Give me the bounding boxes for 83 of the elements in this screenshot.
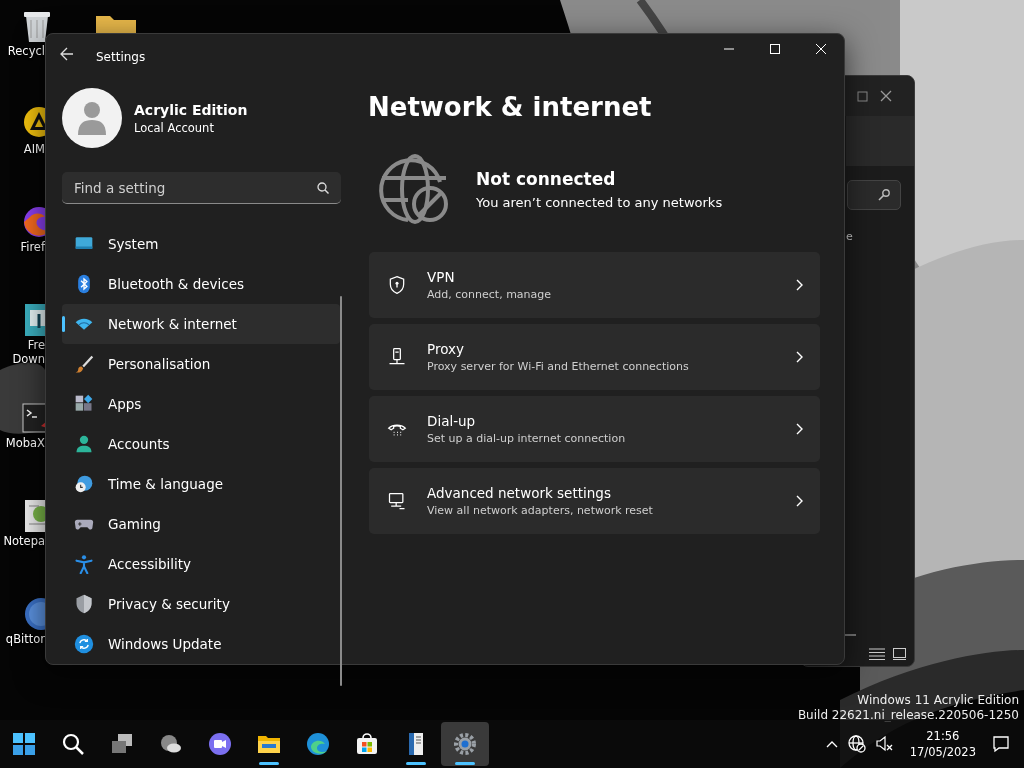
apps-icon: [74, 394, 94, 414]
desktop-icon-label[interactable]: qBittor: [5, 632, 45, 646]
globe-clock-icon: [74, 474, 94, 494]
chevron-right-icon: [796, 495, 804, 507]
settings-card[interactable]: VPN Add, connect, manage: [369, 252, 820, 318]
desktop-icon-label[interactable]: Notepa: [3, 534, 45, 548]
search-field[interactable]: Find a setting: [62, 172, 341, 204]
globe-blocked-icon: [847, 735, 866, 753]
shield-icon: [74, 594, 94, 614]
task-view-icon: [110, 732, 134, 756]
nav-item[interactable]: Bluetooth & devices: [62, 264, 340, 304]
desktop-icon-label[interactable]: AIM: [23, 142, 45, 156]
settings-card[interactable]: Dial-up Set up a dial-up internet connection: [369, 396, 820, 462]
selection-indicator: [62, 316, 65, 332]
window-title: Settings: [96, 50, 146, 64]
close-icon: [816, 44, 826, 54]
video-chat-icon: [208, 732, 232, 756]
swirl-logo-icon: [306, 732, 330, 756]
server-icon: [387, 347, 407, 367]
sync-icon: [74, 634, 94, 654]
card-subtitle: View all network adapters, network reset: [427, 504, 654, 517]
search-icon: [317, 182, 329, 194]
status-title: Not connected: [476, 168, 617, 189]
store-bag-icon: [355, 732, 379, 756]
nav-item[interactable]: Accounts: [62, 424, 340, 464]
account-type: Local Account: [134, 120, 215, 135]
desktop-icon-label[interactable]: MobaX: [5, 436, 45, 450]
search-icon: [878, 189, 890, 201]
tile-view-icon: [893, 648, 906, 660]
speaker-muted-icon: [875, 735, 894, 753]
settings-card[interactable]: Proxy Proxy server for Wi-Fi and Ethernet connections: [369, 324, 820, 390]
desktop-icon-label[interactable]: Fre: [27, 338, 45, 352]
card-title: VPN: [427, 269, 456, 285]
nav-item[interactable]: Network & internet: [62, 304, 340, 344]
desktop-icon-label[interactable]: Firef: [20, 240, 45, 254]
card-title: Proxy: [427, 341, 465, 357]
gear-icon: [453, 732, 477, 756]
list-view-icon: [869, 648, 885, 660]
maximize-icon: [857, 90, 868, 102]
accessibility-icon: [74, 554, 94, 574]
desktop-icon-label[interactable]: Recycl: [7, 44, 45, 58]
avatar[interactable]: [62, 88, 122, 148]
nav-item[interactable]: Time & language: [62, 464, 340, 504]
shield-icon: [387, 275, 407, 295]
maximize-icon: [770, 44, 780, 54]
account-name: Acrylic Edition: [134, 101, 248, 118]
chevron-right-icon: [796, 351, 804, 363]
nav-item[interactable]: Gaming: [62, 504, 340, 544]
watermark-text: Build 22621.ni_release.220506-1250: [797, 708, 1019, 723]
card-subtitle: Proxy server for Wi-Fi and Ethernet connections: [427, 360, 690, 373]
close-icon: [880, 90, 892, 102]
person-icon: [74, 434, 94, 454]
running-indicator: [455, 762, 475, 765]
desktop-icon-label[interactable]: Down: [12, 352, 45, 366]
start-icon: [12, 732, 36, 756]
card-subtitle: Set up a dial-up internet connection: [427, 432, 627, 445]
status-message: You aren’t connected to any networks: [476, 194, 723, 210]
chevron-up-icon: [825, 740, 838, 748]
list-text: e: [846, 230, 853, 243]
nav-item[interactable]: System: [62, 224, 340, 264]
nav-item[interactable]: Windows Update: [62, 624, 340, 664]
computer-icon: [387, 491, 407, 511]
chevron-right-icon: [796, 279, 804, 291]
watermark-text: Windows 11 Acrylic Edition: [856, 693, 1019, 708]
nav-item[interactable]: Privacy & security: [62, 584, 340, 624]
page-heading: Network & internet: [368, 91, 653, 124]
paintbrush-icon: [74, 354, 94, 374]
card-subtitle: Add, connect, manage: [427, 288, 553, 301]
person-silhouette-icon: [77, 101, 107, 135]
nav-item[interactable]: Personalisation: [62, 344, 340, 384]
running-indicator: [406, 762, 426, 765]
nav-item[interactable]: Accessibility: [62, 544, 340, 584]
chevron-right-icon: [796, 423, 804, 435]
back-arrow-icon: [60, 47, 74, 61]
search-field[interactable]: [847, 180, 901, 210]
settings-card[interactable]: Advanced network settings View all network adapters, network reset: [369, 468, 820, 534]
notification-icon: [992, 735, 1010, 753]
search-icon: [61, 732, 85, 756]
nav-item[interactable]: Apps: [62, 384, 340, 424]
card-title: Advanced network settings: [427, 485, 612, 501]
card-title: Dial-up: [427, 413, 477, 429]
running-indicator: [259, 762, 279, 765]
clock[interactable]: 21:56 17/05/2023: [903, 728, 982, 760]
